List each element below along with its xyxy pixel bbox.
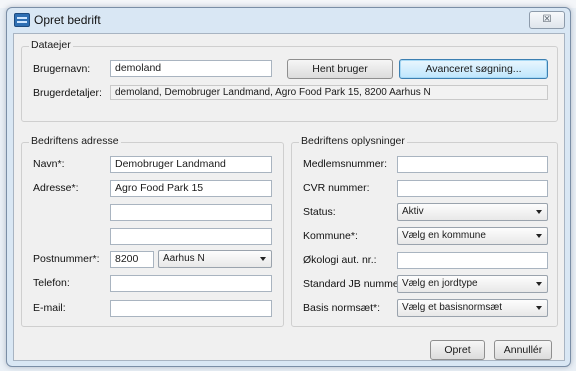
telefon-label: Telefon: <box>33 277 70 289</box>
navn-input[interactable]: Demobruger Landmand <box>110 156 272 173</box>
adresse-line2-input[interactable] <box>110 204 272 221</box>
brugerdetaljer-label: Brugerdetaljer: <box>33 87 102 99</box>
chevron-down-icon <box>536 210 542 214</box>
medlemsnummer-input[interactable] <box>397 156 548 173</box>
status-label: Status: <box>303 206 336 218</box>
close-icon: ☒ <box>542 14 552 25</box>
window-title: Opret bedrift <box>34 13 101 27</box>
brugerdetaljer-field: demoland, Demobruger Landmand, Agro Food… <box>110 85 548 100</box>
telefon-input[interactable] <box>110 275 272 292</box>
cvr-input[interactable] <box>397 180 548 197</box>
jb-select[interactable]: Vælg en jordtype <box>397 275 548 293</box>
oplysninger-title: Bedriftens oplysninger <box>299 135 407 147</box>
dialog-content: Dataejer Brugernavn: demoland Hent bruge… <box>13 33 565 361</box>
by-select[interactable]: Aarhus N <box>158 250 272 268</box>
email-label: E-mail: <box>33 302 66 314</box>
kommune-select[interactable]: Vælg en kommune <box>397 227 548 245</box>
status-select[interactable]: Aktiv <box>397 203 548 221</box>
adresse-title: Bedriftens adresse <box>29 135 121 147</box>
adresse-line3-input[interactable] <box>110 228 272 245</box>
navn-label: Navn*: <box>33 158 65 170</box>
chevron-down-icon <box>536 234 542 238</box>
jb-select-value: Vælg en jordtype <box>402 278 478 289</box>
cvr-label: CVR nummer: <box>303 182 370 194</box>
brugernavn-label: Brugernavn: <box>33 63 91 75</box>
kommune-select-value: Vælg en kommune <box>402 230 486 241</box>
medlemsnummer-label: Medlemsnummer: <box>303 158 388 170</box>
annuller-button[interactable]: Annullér <box>494 340 552 360</box>
hent-bruger-button[interactable]: Hent bruger <box>287 59 393 79</box>
jb-label: Standard JB nummer: <box>303 278 406 290</box>
basis-select-value: Vælg et basisnormsæt <box>402 302 503 313</box>
basis-label: Basis normsæt*: <box>303 302 381 314</box>
chevron-down-icon <box>536 306 542 310</box>
postnummer-input[interactable]: 8200 <box>110 251 154 268</box>
dataejer-group <box>21 46 558 122</box>
chevron-down-icon <box>536 282 542 286</box>
okologi-input[interactable] <box>397 252 548 269</box>
adresse-label: Adresse*: <box>33 182 79 194</box>
okologi-label: Økologi aut. nr.: <box>303 254 377 266</box>
email-input[interactable] <box>110 300 272 317</box>
by-select-value: Aarhus N <box>163 253 205 264</box>
dataejer-title: Dataejer <box>29 39 73 51</box>
basis-select[interactable]: Vælg et basisnormsæt <box>397 299 548 317</box>
close-button[interactable]: ☒ <box>529 11 565 29</box>
postnummer-label: Postnummer*: <box>33 253 100 265</box>
status-select-value: Aktiv <box>402 206 424 217</box>
adresse-input[interactable]: Agro Food Park 15 <box>110 180 272 197</box>
opret-button[interactable]: Opret <box>430 340 485 360</box>
brugernavn-input[interactable]: demoland <box>110 60 272 77</box>
chevron-down-icon <box>260 257 266 261</box>
title-bar: Opret bedrift ☒ <box>7 8 570 32</box>
avanceret-soegning-button[interactable]: Avanceret søgning... <box>399 59 548 79</box>
app-icon <box>14 13 30 27</box>
dialog-window: Opret bedrift ☒ Dataejer Brugernavn: dem… <box>6 7 571 367</box>
kommune-label: Kommune*: <box>303 230 358 242</box>
